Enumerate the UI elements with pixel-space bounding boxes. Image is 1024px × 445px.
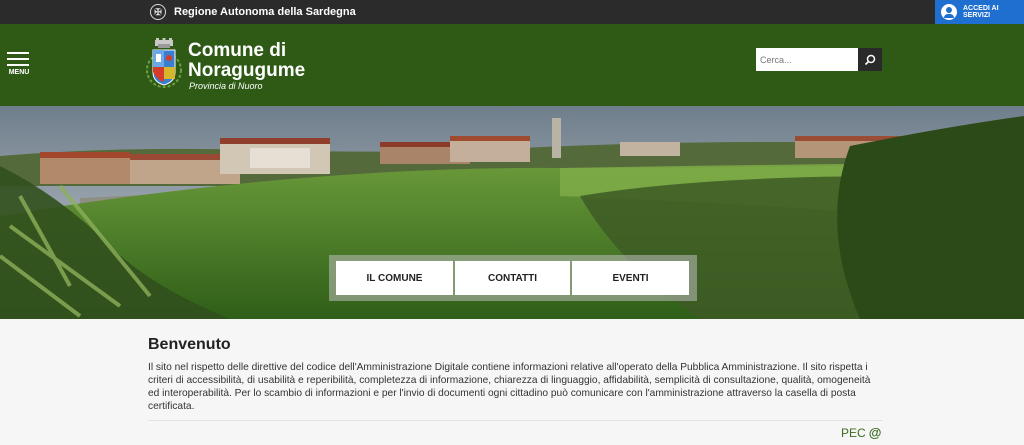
pec-label: PEC <box>841 425 866 440</box>
welcome-text: Il sito nel rispetto delle direttive del… <box>148 362 871 412</box>
pec-link[interactable]: PEC @ <box>841 425 881 440</box>
welcome-heading: Benvenuto <box>148 336 231 353</box>
site-title-line1[interactable]: Comune di <box>188 41 286 61</box>
divider <box>148 420 883 421</box>
site-title-line2[interactable]: Noragugume <box>188 61 305 81</box>
user-icon <box>941 4 957 20</box>
login-button[interactable]: ACCEDI AI SERVIZI <box>935 0 1024 24</box>
search-input[interactable] <box>756 48 858 71</box>
login-label: ACCEDI AI SERVIZI <box>963 5 999 19</box>
site-header: MENU Comune di Noragugume Provincia di N… <box>0 24 1024 106</box>
nav-eventi-button[interactable]: EVENTI <box>572 261 689 295</box>
search-button[interactable] <box>858 48 882 71</box>
search-icon <box>864 54 876 65</box>
municipal-crest-icon[interactable] <box>145 38 183 92</box>
region-logo-icon: ✠ <box>150 4 166 20</box>
at-sign-icon: @ <box>868 425 882 440</box>
nav-contatti-button[interactable]: CONTATTI <box>455 261 570 295</box>
nav-il-comune-button[interactable]: IL COMUNE <box>336 261 453 295</box>
hamburger-icon <box>7 52 31 66</box>
region-label: Regione Autonoma della Sardegna <box>174 6 356 18</box>
menu-label: MENU <box>8 69 30 76</box>
menu-button[interactable]: MENU <box>7 52 31 76</box>
site-subtitle: Provincia di Nuoro <box>189 81 263 91</box>
region-link[interactable]: ✠ Regione Autonoma della Sardegna <box>150 0 356 24</box>
top-bar: ✠ Regione Autonoma della Sardegna ACCEDI… <box>0 0 1024 24</box>
